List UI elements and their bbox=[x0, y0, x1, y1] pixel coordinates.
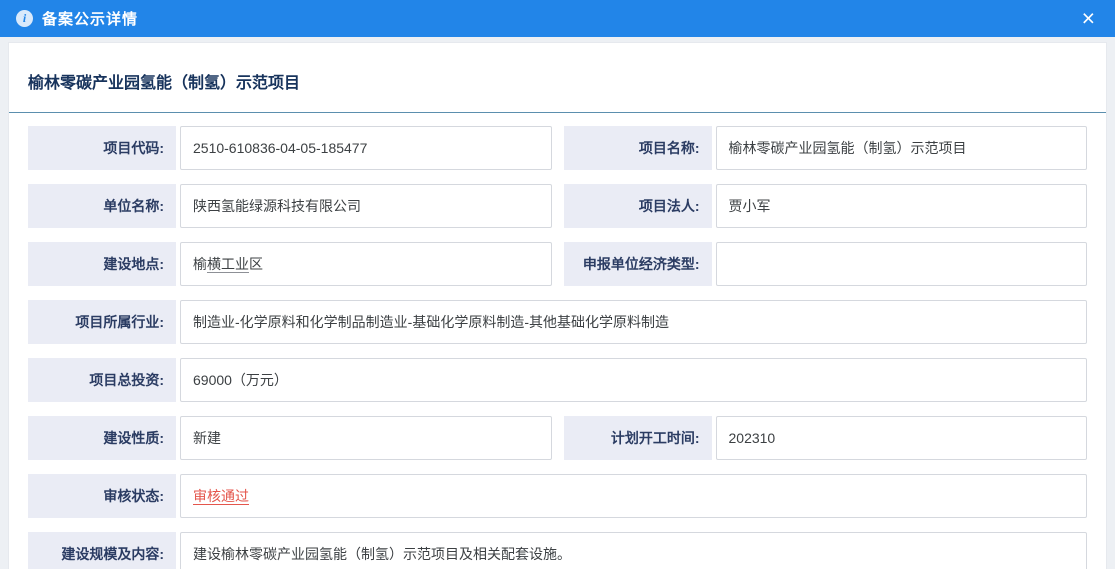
form-row: 项目代码: 2510-610836-04-05-185477 项目名称: 榆林零… bbox=[28, 126, 1087, 170]
legal-person-value: 贾小军 bbox=[716, 184, 1088, 228]
form-row: 项目所属行业: 制造业-化学原料和化学制品制造业-基础化学原料制造-其他基础化学… bbox=[28, 300, 1087, 344]
scale-content-label: 建设规模及内容: bbox=[28, 532, 176, 569]
review-status-label: 审核状态: bbox=[28, 474, 176, 518]
field-project-code: 项目代码: 2510-610836-04-05-185477 bbox=[28, 126, 552, 170]
company-name-label: 单位名称: bbox=[28, 184, 176, 228]
industry-value: 制造业-化学原料和化学制品制造业-基础化学原料制造-其他基础化学原料制造 bbox=[180, 300, 1087, 344]
review-status-value: 审核通过 bbox=[180, 474, 1087, 518]
modal-titlebar: i 备案公示详情 × bbox=[0, 0, 1115, 37]
site-text-underlined: 横工业 bbox=[207, 254, 249, 274]
form-row: 建设地点: 榆横工业区 申报单位经济类型: bbox=[28, 242, 1087, 286]
detail-form: 项目代码: 2510-610836-04-05-185477 项目名称: 榆林零… bbox=[9, 113, 1106, 569]
form-row: 建设性质: 新建 计划开工时间: 202310 bbox=[28, 416, 1087, 460]
status-badge: 审核通过 bbox=[193, 486, 249, 506]
field-planned-start-date: 计划开工时间: 202310 bbox=[564, 416, 1088, 460]
field-industry: 项目所属行业: 制造业-化学原料和化学制品制造业-基础化学原料制造-其他基础化学… bbox=[28, 300, 1087, 344]
form-row: 项目总投资: 69000（万元） bbox=[28, 358, 1087, 402]
planned-start-date-value: 202310 bbox=[716, 416, 1088, 460]
project-title-section: 榆林零碳产业园氢能（制氢）示范项目 bbox=[9, 43, 1106, 113]
field-project-name: 项目名称: 榆林零碳产业园氢能（制氢）示范项目 bbox=[564, 126, 1088, 170]
site-text: 区 bbox=[249, 254, 263, 274]
field-construction-site: 建设地点: 榆横工业区 bbox=[28, 242, 552, 286]
economic-type-label: 申报单位经济类型: bbox=[564, 242, 712, 286]
industry-label: 项目所属行业: bbox=[28, 300, 176, 344]
construction-site-label: 建设地点: bbox=[28, 242, 176, 286]
field-economic-type: 申报单位经济类型: bbox=[564, 242, 1088, 286]
project-title: 榆林零碳产业园氢能（制氢）示范项目 bbox=[28, 69, 300, 93]
scale-content-value: 建设榆林零碳产业园氢能（制氢）示范项目及相关配套设施。 bbox=[180, 532, 1087, 569]
total-investment-value: 69000（万元） bbox=[180, 358, 1087, 402]
construction-nature-value: 新建 bbox=[180, 416, 552, 460]
form-row: 建设规模及内容: 建设榆林零碳产业园氢能（制氢）示范项目及相关配套设施。 bbox=[28, 532, 1087, 569]
modal-title: 备案公示详情 bbox=[42, 8, 138, 29]
construction-nature-label: 建设性质: bbox=[28, 416, 176, 460]
form-row: 审核状态: 审核通过 bbox=[28, 474, 1087, 518]
legal-person-label: 项目法人: bbox=[564, 184, 712, 228]
project-name-label: 项目名称: bbox=[564, 126, 712, 170]
close-icon[interactable]: × bbox=[1078, 7, 1099, 30]
field-company-name: 单位名称: 陕西氢能绿源科技有限公司 bbox=[28, 184, 552, 228]
economic-type-value bbox=[716, 242, 1088, 286]
project-name-value: 榆林零碳产业园氢能（制氢）示范项目 bbox=[716, 126, 1088, 170]
site-text: 榆 bbox=[193, 254, 207, 274]
planned-start-date-label: 计划开工时间: bbox=[564, 416, 712, 460]
detail-card: 榆林零碳产业园氢能（制氢）示范项目 项目代码: 2510-610836-04-0… bbox=[8, 42, 1107, 569]
field-review-status: 审核状态: 审核通过 bbox=[28, 474, 1087, 518]
info-icon: i bbox=[16, 10, 33, 27]
field-construction-nature: 建设性质: 新建 bbox=[28, 416, 552, 460]
field-legal-person: 项目法人: 贾小军 bbox=[564, 184, 1088, 228]
form-row: 单位名称: 陕西氢能绿源科技有限公司 项目法人: 贾小军 bbox=[28, 184, 1087, 228]
project-code-value: 2510-610836-04-05-185477 bbox=[180, 126, 552, 170]
modal-body: 榆林零碳产业园氢能（制氢）示范项目 项目代码: 2510-610836-04-0… bbox=[0, 37, 1115, 569]
construction-site-value: 榆横工业区 bbox=[180, 242, 552, 286]
total-investment-label: 项目总投资: bbox=[28, 358, 176, 402]
field-total-investment: 项目总投资: 69000（万元） bbox=[28, 358, 1087, 402]
field-scale-content: 建设规模及内容: 建设榆林零碳产业园氢能（制氢）示范项目及相关配套设施。 bbox=[28, 532, 1087, 569]
project-code-label: 项目代码: bbox=[28, 126, 176, 170]
company-name-value: 陕西氢能绿源科技有限公司 bbox=[180, 184, 552, 228]
